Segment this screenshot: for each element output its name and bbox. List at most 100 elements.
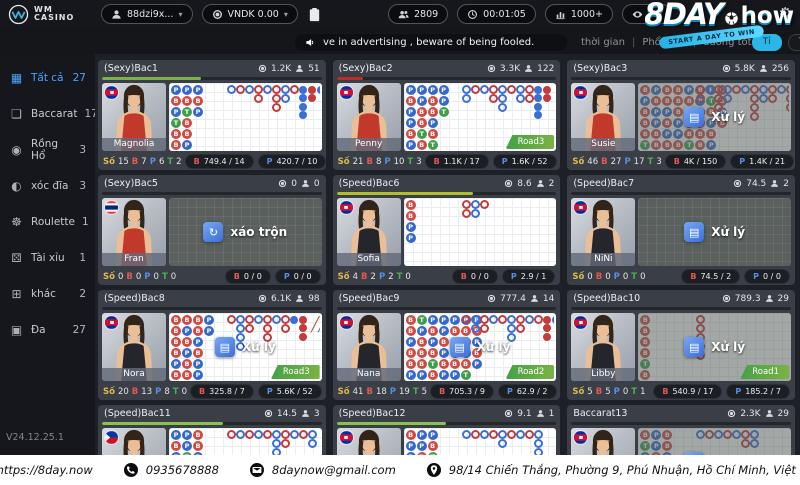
bet-amount: 777.4	[500, 294, 526, 304]
sidebar-item-khác[interactable]: ⊞ khác 2	[0, 276, 95, 312]
player-count: 14	[543, 294, 554, 304]
game-card[interactable]: Baccarat13 2.3K 29 BTPPPBBBP ▤ Xử lý	[567, 405, 795, 457]
bet-amount: 2.3K	[740, 409, 760, 419]
stat-banker-label: B	[596, 272, 602, 282]
game-card[interactable]: (Sexy)Bac5 0 0 Fran ↻ xáo trộn	[98, 175, 326, 285]
stat-tie-value: 0	[171, 272, 176, 282]
process-icon: ▤	[684, 107, 704, 127]
soccer-ball-icon	[724, 11, 739, 26]
player-count: 51	[308, 64, 319, 74]
multi-icon: ▣	[9, 323, 24, 337]
game-card-body: Libby BBBBTB ▤ Xử lý Road1	[567, 310, 795, 383]
8day-logo-suffix: how	[741, 4, 794, 29]
stat-total-label: Số	[338, 272, 350, 282]
game-card-body: Nora BBBBPBBPBPBBBBPBPPPP ╱╱╱╱ ▤ Xử lý R…	[98, 310, 326, 383]
user-account-pill[interactable]: 88dzi9x... ▾	[101, 4, 193, 24]
game-name: Baccarat13	[573, 408, 627, 419]
sidebar-item-rồng-hổ[interactable]: ◉ Rồng Hổ 3	[0, 132, 95, 168]
sidebar-item-baccarat[interactable]: ❏ Baccarat 17	[0, 96, 95, 132]
stat-tie-value: 0	[640, 272, 645, 282]
plate-icon: ◐	[9, 179, 24, 193]
sidebar-item-tài-xỉu[interactable]: ⚄ Tài xỉu 1	[0, 240, 95, 276]
sort-option[interactable]: thời gian	[581, 37, 625, 48]
game-card[interactable]: (Speed)Bac11 14.5 3 PBPBPBPPTTPBBBPBP	[98, 405, 326, 457]
sidebar-item-count: 2	[79, 288, 86, 300]
chart-icon	[555, 9, 566, 20]
clipboard-icon[interactable]	[307, 7, 322, 22]
road-badge: Road3	[506, 135, 555, 149]
process-icon: ▤	[684, 337, 704, 357]
stat-tie-label: T	[413, 387, 419, 397]
map-pin-icon	[426, 462, 442, 478]
stat-total-value: 15	[118, 157, 129, 167]
player-count: 29	[778, 409, 789, 419]
game-name: (Speed)Bac7	[573, 178, 634, 189]
coin-icon	[487, 294, 496, 303]
stat-player-value: 6	[159, 157, 164, 167]
game-name: (Speed)Bac11	[104, 408, 171, 419]
banker-bet-pill: B540.9 / 17	[653, 384, 722, 399]
dealer-flag-icon	[105, 201, 118, 214]
game-card[interactable]: (Sexy)Bac1 1.2K 51 Magnolia PBPTBBPBTBBP…	[98, 60, 326, 170]
game-card[interactable]: (Speed)Bac7 74.5 2 NiNi ▤ Xử lý	[567, 175, 795, 285]
stat-banker-label: B	[596, 387, 602, 397]
game-name: (Speed)Bac9	[339, 293, 400, 304]
sidebar-item-count: 1	[82, 216, 89, 228]
stat-banker-value: 8	[376, 157, 381, 167]
game-name: (Speed)Bac8	[104, 293, 165, 304]
phone-number: 0935678888	[146, 463, 219, 477]
clock-icon	[467, 9, 478, 20]
coin-icon	[722, 294, 731, 303]
sidebar-item-label: Tài xỉu	[31, 252, 65, 264]
user-icon	[759, 64, 768, 73]
game-card[interactable]: (Speed)Bac9 777.4 14 Nana BBPBBPTPBBBPPB…	[333, 290, 561, 400]
8day-logo-text: 8DAY how	[628, 0, 798, 29]
stat-player-value: 19	[399, 387, 410, 397]
game-card-body: Fran ↻ xáo trộn	[98, 195, 326, 268]
timer-pill: 00:01:05	[457, 4, 536, 24]
game-card[interactable]: (Speed)Bac10 789.3 29 Libby BBBBTB ▤ Xử …	[567, 290, 795, 400]
stat-player-value: 2	[388, 272, 393, 282]
stat-total-value: 20	[118, 387, 129, 397]
table-limit-pill[interactable]: 1000+	[545, 4, 613, 24]
player-bet-pill: P420.7 / 10	[258, 154, 326, 169]
footer-address: 98/14 Chiến Thắng, Phường 9, Phú Nhuận, …	[426, 462, 800, 478]
currency-pill[interactable]: VNDK 0.00 ▾	[202, 4, 298, 24]
player-count: 1	[549, 409, 555, 419]
wm-casino-logo[interactable]: WMCASINO	[8, 4, 92, 25]
game-card-body: PBPBPBPPTTPBBBPBP	[98, 425, 326, 457]
game-card[interactable]: (Speed)Bac12 9.1 1 BPPBBPPPBPPPPBTPBP	[333, 405, 561, 457]
speaker-icon	[305, 37, 316, 48]
banker-bet-pill: B705.3 / 9	[430, 384, 494, 399]
footer-website[interactable]: https://8day.now	[0, 462, 93, 478]
coin-icon	[212, 9, 223, 20]
stat-banker-value: 5	[605, 387, 610, 397]
phone-icon	[123, 462, 139, 478]
table-status-overlay: ▤ Xử lý	[638, 83, 791, 151]
sidebar-item-roulette[interactable]: ☸ Roulette 1	[0, 204, 95, 240]
game-card-body: NiNi ▤ Xử lý	[567, 195, 795, 268]
other-icon: ⊞	[9, 287, 24, 301]
sidebar-item-tất-cả[interactable]: ▦ Tất cả 27	[0, 60, 95, 96]
stat-player-label: P	[379, 272, 385, 282]
footer-phone[interactable]: 0935678888	[123, 462, 219, 478]
game-card[interactable]: (Speed)Bac6 8.6 2 Sofia BBPP Số4	[333, 175, 561, 285]
stat-tie-label: T	[648, 157, 654, 167]
stat-tie-value: 3	[416, 157, 421, 167]
game-card[interactable]: (Sexy)Bac3 5.8K 256 Susie BPBBBTPBPPBBBB…	[567, 60, 795, 170]
email-address: 8daynow@gmail.com	[272, 463, 396, 477]
coin-icon	[258, 294, 267, 303]
dealer-name: Fran	[102, 253, 166, 266]
stat-total-label: Số	[103, 272, 115, 282]
game-card[interactable]: (Sexy)Bac2 3.3K 122 Penny PBPPBPPPBBTBPB…	[333, 60, 561, 170]
stat-tie-value: 3	[656, 157, 661, 167]
status-text: Xử lý	[242, 340, 276, 354]
stat-player-value: 10	[394, 157, 405, 167]
cards-icon: ❏	[9, 107, 24, 121]
stat-total-label: Số	[338, 387, 350, 397]
player-bet-pill: P0 / 0	[744, 269, 790, 284]
game-card[interactable]: (Speed)Bac8 6.1K 98 Nora BBBBPBBPBPBBBBP…	[98, 290, 326, 400]
sidebar-item-xóc-đĩa[interactable]: ◐ xóc đĩa 3	[0, 168, 95, 204]
footer-email[interactable]: 8daynow@gmail.com	[249, 462, 396, 478]
sidebar-item-đa[interactable]: ▣ Đa 27	[0, 312, 95, 348]
